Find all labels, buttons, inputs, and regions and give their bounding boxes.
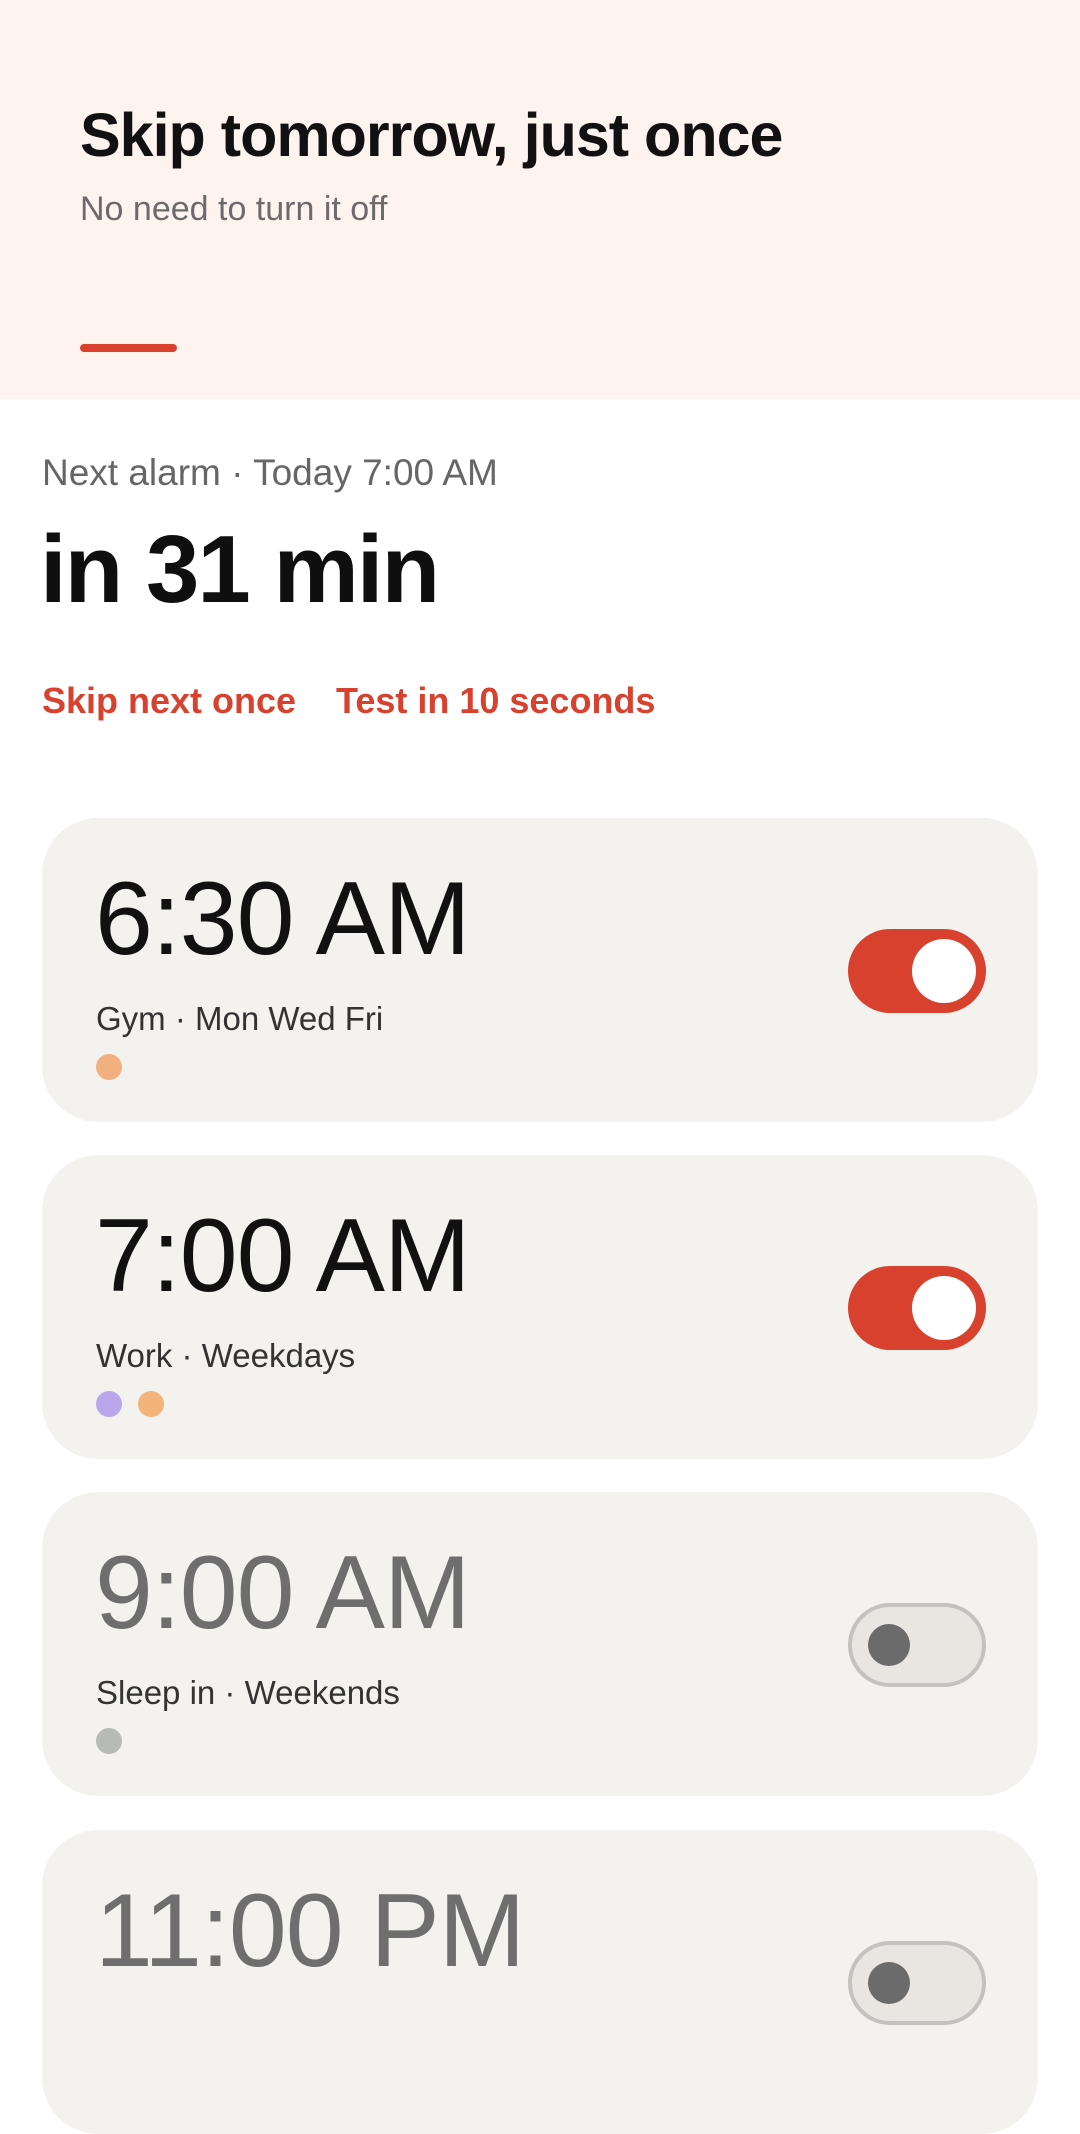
alarm-tag-dots: [96, 1054, 122, 1080]
alarm-label: Sleep in · Weekends: [96, 1674, 400, 1711]
alarm-card[interactable]: 9:00 AM Sleep in · Weekends: [42, 1492, 1038, 1796]
toggle-knob: [868, 1962, 910, 2004]
tag-color-dot: [96, 1391, 122, 1417]
alarm-label: Gym · Mon Wed Fri: [96, 1000, 384, 1037]
skip-next-once-button[interactable]: Skip next once: [42, 680, 296, 722]
test-alarm-button[interactable]: Test in 10 seconds: [336, 680, 655, 722]
alarm-card[interactable]: 6:30 AM Gym · Mon Wed Fri: [42, 818, 1038, 1122]
alarm-toggle[interactable]: [848, 929, 986, 1013]
banner-subtitle: No need to turn it off: [80, 190, 388, 228]
toggle-knob: [912, 939, 976, 1003]
alarm-time: 11:00 PM: [95, 1873, 525, 1989]
alarm-toggle[interactable]: [848, 1603, 986, 1687]
tag-color-dot: [138, 1391, 164, 1417]
alarm-label: Work · Weekdays: [96, 1337, 356, 1374]
promo-banner[interactable]: Skip tomorrow, just once No need to turn…: [0, 0, 1080, 399]
banner-page-indicator: [80, 344, 177, 352]
next-alarm-countdown: in 31 min: [40, 516, 440, 623]
banner-title: Skip tomorrow, just once: [80, 101, 783, 169]
alarm-tag-dots: [96, 1391, 164, 1417]
alarm-time: 7:00 AM: [95, 1198, 471, 1314]
tag-color-dot: [96, 1054, 122, 1080]
alarm-toggle[interactable]: [848, 1266, 986, 1350]
alarm-tag-dots: [96, 1728, 122, 1754]
toggle-knob: [912, 1276, 976, 1340]
alarm-card[interactable]: 11:00 PM: [42, 1830, 1038, 2134]
alarm-toggle[interactable]: [848, 1941, 986, 2025]
alarm-time: 9:00 AM: [95, 1535, 471, 1651]
next-alarm-label: Next alarm · Today 7:00 AM: [42, 452, 498, 493]
alarm-time: 6:30 AM: [95, 861, 471, 977]
tag-color-dot: [96, 1728, 122, 1754]
toggle-knob: [868, 1624, 910, 1666]
alarm-card[interactable]: 7:00 AM Work · Weekdays: [42, 1155, 1038, 1459]
